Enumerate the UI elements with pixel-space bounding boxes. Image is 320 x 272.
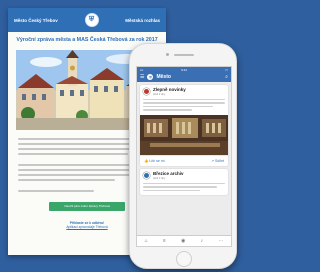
share-button[interactable]: ↗ Sdílet — [211, 159, 224, 163]
header-right-text: Městská rozhlas — [125, 17, 160, 23]
home-button[interactable] — [176, 251, 192, 267]
earpiece — [174, 54, 194, 56]
card-date: před 2 dny — [153, 92, 166, 96]
avatar — [143, 172, 150, 180]
share-label: Sdílet — [215, 158, 224, 163]
search-icon[interactable]: ⌕ — [225, 74, 228, 80]
news-tab-icon[interactable]: ≡ — [163, 238, 166, 244]
header-left-text: Město Český Třebov — [14, 17, 58, 23]
bell-tab-icon[interactable]: ♪ — [201, 238, 204, 244]
app-title: Město — [156, 74, 171, 80]
smartphone: ▪▪▪ 9:41 ▭ ☰ ⛨ Město ⌕ Zlepně novinky př… — [129, 43, 237, 269]
camera-icon — [166, 53, 169, 56]
card-photo[interactable] — [140, 114, 228, 155]
app-bar: ☰ ⛨ Město ⌕ — [137, 72, 231, 82]
signal-icon: ▪▪▪ — [140, 67, 144, 72]
open-report-button[interactable]: Otevřít plné znění Zprávy Třebová — [49, 201, 125, 211]
card-text — [140, 98, 228, 115]
more-tab-icon[interactable]: ⋯ — [218, 238, 223, 244]
camera-tab-icon[interactable]: ◉ — [181, 238, 185, 244]
card-actions: 👍 Líbí se mi ↗ Sdílet — [140, 154, 228, 166]
bottom-tab-bar: ⌂ ≡ ◉ ♪ ⋯ — [137, 235, 231, 246]
city-crest-icon: ⛨ — [84, 13, 99, 27]
like-button[interactable]: 👍 Líbí se mi — [144, 159, 165, 163]
app-logo-icon: ⛨ — [147, 74, 154, 80]
feed-card[interactable]: Březice archiv před 3 dny — [140, 168, 228, 196]
home-tab-icon[interactable]: ⌂ — [145, 238, 148, 244]
thumbs-up-icon: 👍 — [144, 158, 149, 163]
promo-scene: Město Český Třebov ⛨ Městská rozhlas Výr… — [0, 0, 242, 272]
card-text — [140, 182, 228, 196]
avatar — [143, 88, 150, 96]
share-icon: ↗ — [211, 158, 215, 163]
feed-card[interactable]: Zlepně novinky před 2 dny 👍 Líbí se mi ↗… — [140, 85, 228, 166]
newsletter-header: Město Český Třebov ⛨ Městská rozhlas — [8, 8, 166, 32]
status-time: 9:41 — [181, 67, 188, 72]
phone-screen: ▪▪▪ 9:41 ▭ ☰ ⛨ Město ⌕ Zlepně novinky př… — [136, 66, 232, 247]
menu-icon[interactable]: ☰ — [140, 74, 144, 80]
like-label: Líbí se mi — [149, 158, 165, 163]
battery-icon: ▭ — [225, 67, 228, 72]
card-date: před 3 dny — [153, 176, 166, 180]
